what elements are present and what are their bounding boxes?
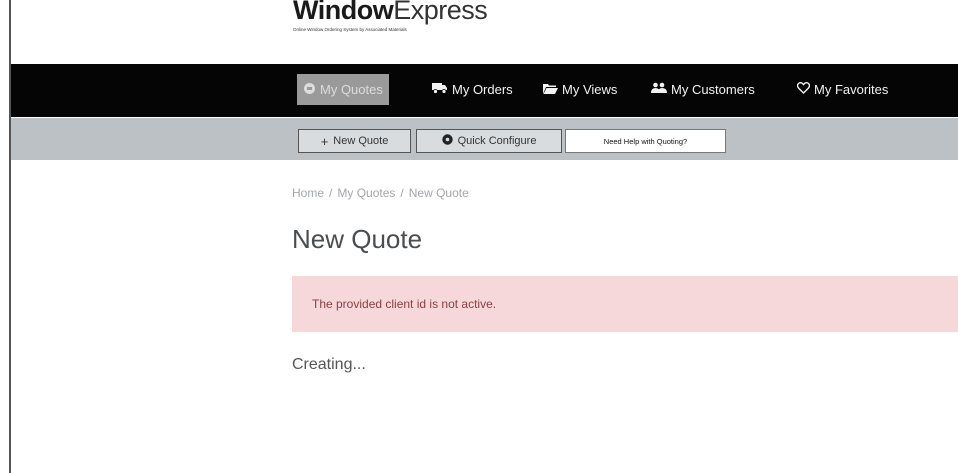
nav-item-label: My Orders (452, 82, 513, 97)
nav-item-my-quotes[interactable]: My Quotes (297, 74, 389, 105)
logo-tagline: Online Window Ordering System by Associa… (293, 27, 407, 32)
quotes-icon (303, 82, 316, 98)
quoting-help-button[interactable]: Need Help with Quoting? (565, 129, 726, 153)
breadcrumb-current: New Quote (408, 186, 469, 200)
breadcrumb-home[interactable]: Home (292, 186, 324, 200)
main-navbar: My Quotes My Orders My Views My Customer… (11, 64, 958, 117)
folder-open-icon (543, 83, 558, 97)
truck-icon (432, 82, 448, 97)
breadcrumb: Home / My Quotes / New Quote (292, 186, 469, 200)
logo-word-light: Express (393, 0, 488, 25)
gear-icon (441, 134, 453, 148)
breadcrumb-separator: / (400, 186, 404, 200)
nav-item-label: My Views (562, 82, 618, 97)
new-quote-button[interactable]: + New Quote (298, 129, 411, 153)
action-toolbar: + New Quote Quick Configure Need Help wi… (11, 118, 958, 160)
quick-configure-label: Quick Configure (457, 135, 537, 147)
status-text: Creating... (292, 356, 366, 373)
quoting-help-label: Need Help with Quoting? (603, 136, 688, 146)
nav-item-my-orders[interactable]: My Orders (432, 74, 513, 105)
nav-item-my-customers[interactable]: My Customers (651, 74, 755, 105)
nav-item-my-favorites[interactable]: My Favorites (796, 74, 889, 105)
breadcrumb-my-quotes[interactable]: My Quotes (337, 186, 395, 200)
page-title: New Quote (292, 224, 423, 254)
nav-item-label: My Quotes (320, 82, 383, 97)
brand-logo[interactable]: WindowExpress Online Window Ordering Sys… (293, 0, 488, 33)
nav-item-label: My Favorites (814, 82, 889, 97)
page: WindowExpress Online Window Ordering Sys… (0, 0, 958, 473)
new-quote-label: New Quote (333, 135, 389, 147)
logo-wordmark: WindowExpress (293, 0, 488, 26)
error-alert-message: The provided client id is not active. (312, 297, 497, 311)
error-alert: The provided client id is not active. (292, 276, 958, 332)
nav-item-my-views[interactable]: My Views (543, 74, 617, 105)
heart-icon (796, 82, 811, 97)
users-icon (651, 82, 667, 97)
plus-icon: + (320, 133, 329, 149)
breadcrumb-separator: / (329, 186, 333, 200)
nav-item-label: My Customers (671, 82, 755, 97)
quick-configure-button[interactable]: Quick Configure (416, 129, 562, 153)
logo-word-bold: Window (293, 0, 394, 25)
